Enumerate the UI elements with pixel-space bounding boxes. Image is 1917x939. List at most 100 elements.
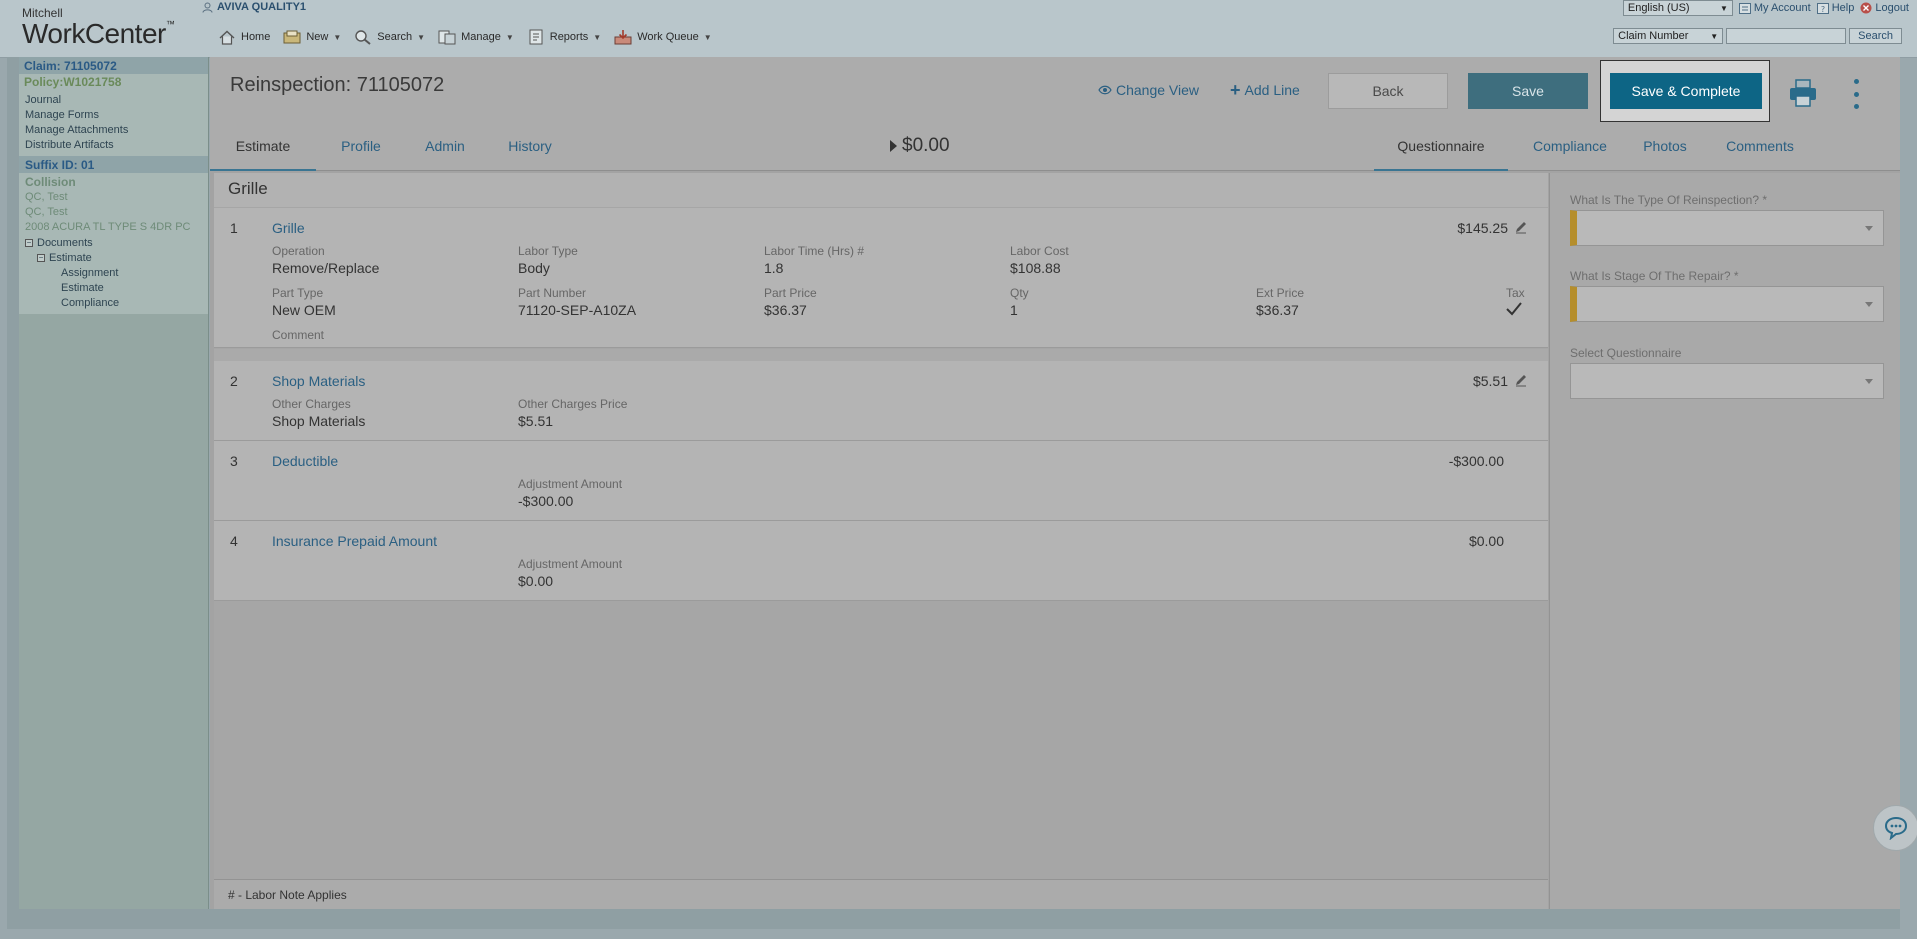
line-divider bbox=[214, 349, 1548, 361]
nav-search-label: Search bbox=[377, 31, 413, 43]
nav-home[interactable]: Home bbox=[215, 26, 280, 48]
top-header: Mitchell WorkCenter™ AVIVA QUALITY1 Home… bbox=[0, 0, 1917, 58]
edit-icon[interactable] bbox=[1514, 220, 1528, 234]
tab-estimate[interactable]: Estimate bbox=[210, 137, 316, 171]
language-select[interactable]: English (US) ▼ bbox=[1622, 0, 1733, 16]
reinspection-type-select[interactable] bbox=[1570, 210, 1884, 246]
my-account-link[interactable]: My Account bbox=[1738, 2, 1811, 14]
brand-big: WorkCenter™ bbox=[22, 20, 175, 48]
tree-estimate[interactable]: − Estimate bbox=[19, 250, 208, 265]
labor-type-value: Body bbox=[518, 260, 550, 276]
sidebar-link-manage-forms[interactable]: Manage Forms bbox=[19, 108, 208, 123]
chevron-down-icon: ▼ bbox=[703, 32, 712, 42]
estimate-total[interactable]: $0.00 bbox=[890, 135, 950, 157]
nav-manage[interactable]: Manage ▼ bbox=[435, 26, 524, 48]
nav-new[interactable]: New ▼ bbox=[280, 26, 351, 48]
tree-item-compliance[interactable]: Compliance bbox=[19, 295, 208, 310]
estimate-line: 3 Deductible -$300.00 Adjustment Amount … bbox=[214, 441, 1548, 521]
labor-type-label: Labor Type bbox=[518, 244, 578, 258]
tab-admin[interactable]: Admin bbox=[410, 137, 480, 171]
part-number-value: 71120-SEP-A10ZA bbox=[518, 302, 637, 318]
tab-questionnaire[interactable]: Questionnaire bbox=[1374, 137, 1508, 171]
repair-stage-select[interactable] bbox=[1570, 286, 1884, 322]
estimate-panel: Grille 1 Grille $145.25 Operation Remove… bbox=[214, 173, 1548, 909]
estimate-line: 4 Insurance Prepaid Amount $0.00 Adjustm… bbox=[214, 521, 1548, 601]
estimate-line: 2 Shop Materials $5.51 Other Charges Sho… bbox=[214, 361, 1548, 441]
adjustment-amount-value: $0.00 bbox=[518, 573, 554, 589]
tree-documents[interactable]: − Documents bbox=[19, 235, 208, 250]
nav-home-label: Home bbox=[241, 31, 271, 43]
save-complete-button[interactable]: Save & Complete bbox=[1610, 73, 1762, 109]
part-type-label: Part Type bbox=[272, 286, 324, 300]
line-number: 1 bbox=[230, 220, 238, 236]
sidebar-policy[interactable]: Policy:W1021758 bbox=[19, 74, 208, 91]
line-title[interactable]: Grille bbox=[272, 220, 305, 236]
left-frame bbox=[7, 57, 19, 909]
line-title[interactable]: Insurance Prepaid Amount bbox=[272, 533, 437, 549]
home-icon bbox=[218, 29, 236, 45]
back-button[interactable]: Back bbox=[1328, 73, 1448, 109]
qty-label: Qty bbox=[1010, 286, 1029, 300]
estimate-line: 1 Grille $145.25 Operation Remove/Replac… bbox=[214, 208, 1548, 348]
sidebar-coverage: Collision bbox=[25, 175, 76, 189]
other-charges-label: Other Charges bbox=[272, 397, 351, 411]
nav-reports[interactable]: Reports ▼ bbox=[524, 26, 611, 48]
search-button[interactable]: Search bbox=[1849, 28, 1902, 44]
new-icon bbox=[283, 29, 301, 45]
tree-estimate-label: Estimate bbox=[49, 251, 92, 264]
eye-icon bbox=[1098, 85, 1112, 95]
global-search: Claim Number ▼ Search bbox=[1613, 28, 1902, 44]
estimate-total-value: $0.00 bbox=[902, 135, 950, 156]
chat-help-icon[interactable] bbox=[1873, 805, 1917, 851]
tab-photos[interactable]: Photos bbox=[1630, 137, 1700, 171]
line-title[interactable]: Shop Materials bbox=[272, 373, 365, 389]
line-title[interactable]: Deductible bbox=[272, 453, 338, 469]
chevron-down-icon: ▼ bbox=[1719, 3, 1728, 13]
tree-item-assignment[interactable]: Assignment bbox=[19, 265, 208, 280]
top-links: English (US) ▼ My Account ? Help Logout bbox=[1622, 0, 1909, 16]
sidebar-person: QC, Test bbox=[25, 191, 68, 203]
nav-reports-label: Reports bbox=[549, 31, 589, 43]
tab-history[interactable]: History bbox=[495, 137, 565, 171]
change-view-button[interactable]: Change View bbox=[1098, 82, 1199, 98]
search-type-select[interactable]: Claim Number ▼ bbox=[1613, 28, 1724, 44]
logout-link[interactable]: Logout bbox=[1860, 2, 1909, 14]
add-line-button[interactable]: + Add Line bbox=[1230, 81, 1300, 99]
help-link[interactable]: ? Help bbox=[1816, 2, 1854, 14]
sidebar-link-manage-attachments[interactable]: Manage Attachments bbox=[19, 123, 208, 138]
select-questionnaire-select[interactable] bbox=[1570, 363, 1884, 399]
print-icon[interactable] bbox=[1788, 79, 1818, 107]
other-charges-price-label: Other Charges Price bbox=[518, 397, 628, 411]
sidebar-claim[interactable]: Claim: 71105072 bbox=[19, 57, 208, 74]
search-input[interactable] bbox=[1726, 28, 1847, 44]
line-number: 4 bbox=[230, 533, 238, 549]
sidebar-vehicle: 2008 ACURA TL TYPE S 4DR PC bbox=[25, 221, 191, 233]
expand-icon bbox=[890, 140, 897, 152]
chevron-down-icon: ▼ bbox=[333, 32, 342, 42]
part-type-value: New OEM bbox=[272, 302, 336, 318]
adjustment-amount-label: Adjustment Amount bbox=[518, 557, 623, 571]
collapse-icon[interactable]: − bbox=[25, 238, 33, 247]
more-options-icon[interactable] bbox=[1850, 79, 1862, 109]
section-title: Grille bbox=[228, 179, 268, 198]
collapse-icon[interactable]: − bbox=[37, 253, 45, 262]
sidebar-link-distribute-artifacts[interactable]: Distribute Artifacts bbox=[19, 138, 208, 153]
save-button[interactable]: Save bbox=[1468, 73, 1588, 109]
tree-item-estimate[interactable]: Estimate bbox=[19, 280, 208, 295]
logout-label: Logout bbox=[1875, 2, 1909, 14]
tab-profile[interactable]: Profile bbox=[326, 137, 396, 171]
operation-value: Remove/Replace bbox=[272, 260, 380, 276]
user-icon bbox=[202, 2, 213, 13]
ext-price-value: $36.37 bbox=[1256, 302, 1299, 318]
part-price-value: $36.37 bbox=[764, 302, 807, 318]
claim-sidebar: Claim: 71105072 Policy:W1021758 Journal … bbox=[19, 57, 209, 909]
tab-compliance[interactable]: Compliance bbox=[1520, 137, 1620, 171]
edit-icon[interactable] bbox=[1514, 373, 1528, 387]
tab-comments[interactable]: Comments bbox=[1710, 137, 1810, 171]
sidebar-suffix[interactable]: Suffix ID: 01 bbox=[19, 156, 208, 173]
sidebar-link-journal[interactable]: Journal bbox=[19, 93, 208, 108]
nav-work-queue[interactable]: Work Queue ▼ bbox=[611, 26, 721, 48]
nav-search[interactable]: Search ▼ bbox=[351, 26, 435, 48]
reports-icon bbox=[527, 29, 545, 45]
labor-time-value: 1.8 bbox=[764, 260, 784, 276]
